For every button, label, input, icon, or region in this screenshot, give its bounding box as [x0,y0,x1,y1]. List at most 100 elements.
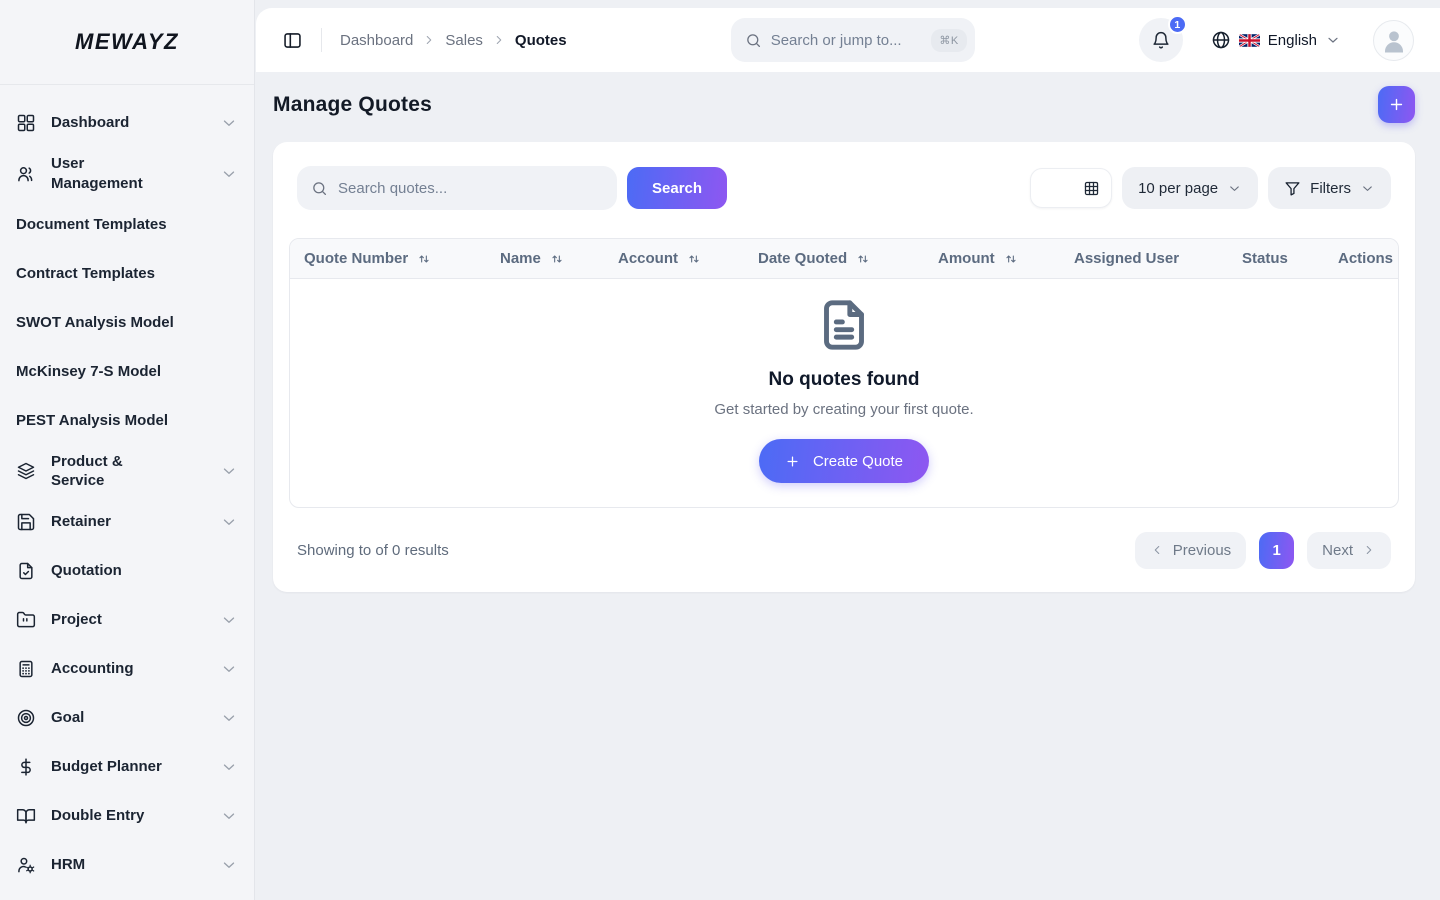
chevron-right-icon [1362,543,1376,557]
chevron-down-icon [220,758,238,776]
column-header-status: Status [1242,250,1288,267]
notification-count-badge: 1 [1167,15,1187,34]
sort-icon[interactable] [1003,251,1019,267]
sidebar-item-retainer[interactable]: Retainer [16,504,238,540]
table-header-row: Quote Number Name Account Date Quoted Am… [290,239,1398,279]
file-check-icon [16,561,36,581]
sidebar-item-swot-analysis[interactable]: SWOT Analysis Model [16,305,238,341]
search-button[interactable]: Search [627,167,728,209]
dashboard-grid-icon [16,113,36,133]
sidebar-nav: Dashboard User Management Document Templ… [0,85,254,883]
empty-state-title: No quotes found [768,369,920,390]
sidebar-item-quotation[interactable]: Quotation [16,553,238,589]
notifications-button[interactable]: 1 [1138,15,1187,62]
sidebar-item-dashboard[interactable]: Dashboard [16,105,238,141]
view-toggle [1030,168,1113,208]
empty-state: No quotes found Get started by creating … [290,279,1398,507]
sidebar-item-label: McKinsey 7-S Model [16,362,162,380]
sidebar-item-project[interactable]: Project [16,602,238,638]
per-page-select[interactable]: 10 per page [1122,167,1259,209]
sidebar-item-hrm[interactable]: HRM [16,847,238,883]
layers-icon [16,461,36,481]
grid-icon [1083,180,1100,197]
search-icon [745,32,762,49]
main-area: Dashboard Sales Quotes ⌘K 1 [256,0,1440,900]
results-summary: Showing to of 0 results [297,541,449,559]
table-footer: Showing to of 0 results Previous 1 Next [273,508,1415,592]
sidebar-item-label: Accounting [51,660,134,678]
column-header-amount[interactable]: Amount [924,250,1060,267]
search-icon [311,180,328,197]
sort-icon[interactable] [686,251,702,267]
sidebar-item-label: Quotation [51,562,122,580]
sort-icon[interactable] [416,251,432,267]
chevron-down-icon [1227,181,1242,196]
create-quote-button[interactable]: Create Quote [758,439,930,483]
chevron-down-icon [1360,181,1375,196]
sidebar-item-label: PEST Analysis Model [16,411,168,429]
column-header-actions: Actions [1338,250,1394,267]
breadcrumb: Dashboard Sales Quotes [340,32,567,49]
chevron-down-icon [220,165,238,183]
sidebar-item-budget-planner[interactable]: Budget Planner [16,749,238,785]
previous-page-button[interactable]: Previous [1134,531,1247,569]
quotes-search-input[interactable] [338,179,603,197]
sidebar-item-mckinsey-7s[interactable]: McKinsey 7-S Model [16,354,238,390]
breadcrumb-sales[interactable]: Sales [445,32,483,49]
panel-left-icon [282,30,303,51]
sidebar-item-user-management[interactable]: User Management [16,154,238,194]
sidebar-item-document-templates[interactable]: Document Templates [16,207,238,243]
column-header-quote-number[interactable]: Quote Number [290,250,486,267]
page-content: Manage Quotes Search quotes... Search 10… [256,72,1440,900]
language-selector[interactable]: English [1211,30,1341,50]
empty-state-subtitle: Get started by creating your first quote… [714,401,974,418]
quotes-search[interactable] [297,166,617,210]
chevron-down-icon [220,660,238,678]
quotes-toolbar: Search 10 per page Filters [273,142,1415,210]
chevron-left-icon [1150,543,1164,557]
global-search[interactable]: ⌘K [730,18,975,62]
sidebar-item-product-service[interactable]: Product & Service [16,452,238,492]
quotes-table: Quote Number Name Account Date Quoted Am… [289,238,1399,508]
sidebar-item-label: User Management [51,155,143,192]
page-number-button[interactable]: 1 [1259,531,1295,569]
sidebar-item-label: HRM [51,856,86,874]
global-search-input[interactable] [770,31,923,49]
sidebar-item-contract-templates[interactable]: Contract Templates [16,256,238,292]
brand-logo-text: MEWAYZ [75,29,179,54]
sidebar-item-double-entry[interactable]: Double Entry [16,798,238,834]
next-page-button[interactable]: Next [1307,531,1391,569]
filters-button[interactable]: Filters [1268,167,1391,209]
column-header-name[interactable]: Name [486,250,604,267]
column-header-account[interactable]: Account [604,250,744,267]
pagination: Previous 1 Next [1134,531,1391,569]
grid-view-button[interactable] [1071,169,1111,207]
sidebar-item-label: Retainer [51,513,112,531]
list-view-button[interactable] [1031,169,1071,207]
breadcrumb-dashboard[interactable]: Dashboard [340,32,413,49]
sidebar-item-label: Document Templates [16,215,167,233]
book-open-icon [16,806,36,826]
top-header: Dashboard Sales Quotes ⌘K 1 [256,8,1440,72]
person-icon [1384,31,1403,53]
filter-funnel-icon [1284,180,1301,197]
dollar-icon [16,757,36,777]
header-actions: 1 English [1138,15,1414,62]
sidebar-item-label: Double Entry [51,807,145,825]
sidebar-item-goal[interactable]: Goal [16,700,238,736]
column-header-date-quoted[interactable]: Date Quoted [744,250,924,267]
user-avatar[interactable] [1373,19,1414,61]
sidebar-toggle-button[interactable] [282,30,303,51]
add-quote-button[interactable] [1378,86,1415,123]
sidebar-item-label: Budget Planner [51,758,162,776]
plus-icon [1388,96,1405,113]
sort-icon[interactable] [549,251,565,267]
sidebar-item-pest-analysis[interactable]: PEST Analysis Model [16,403,238,439]
chevron-down-icon [220,114,238,132]
sidebar-item-accounting[interactable]: Accounting [16,651,238,687]
chevron-down-icon [220,513,238,531]
bell-icon [1151,30,1171,50]
folder-icon [16,610,36,630]
sort-icon[interactable] [855,251,871,267]
brand-logo: MEWAYZ [0,0,254,85]
